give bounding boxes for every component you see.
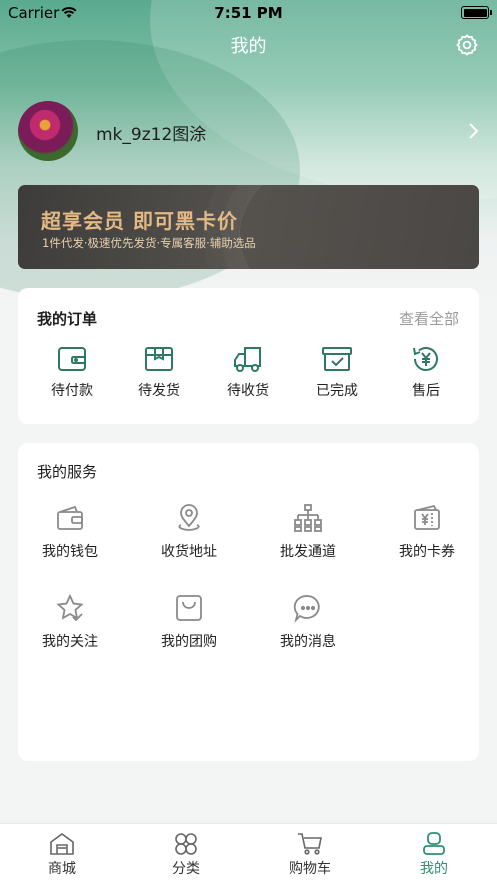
wallet-icon [57,505,83,530]
service-label: 我的团购 [161,634,217,650]
order-label: 售后 [412,383,440,399]
my-orders-card: 我的订单 查看全部 待付款 待发货 待收货 已完成 售后 [18,288,479,424]
org-chart-icon [294,504,322,532]
service-messages[interactable]: 我的消息 [268,593,348,651]
tab-store[interactable]: 商城 [22,832,102,878]
status-bar: Carrier 7:51 PM [0,0,497,26]
settings-gear-icon[interactable] [455,33,479,57]
tab-category[interactable]: 分类 [146,832,226,878]
avatar[interactable] [18,101,78,161]
battery-icon [461,6,492,19]
order-label: 待收货 [227,383,269,399]
category-grid-icon [175,833,197,855]
order-completed[interactable]: 已完成 [297,344,377,400]
service-label: 收货地址 [161,544,217,560]
tab-profile[interactable]: 我的 [394,832,474,878]
delivery-truck-icon [234,347,261,372]
tab-label: 购物车 [289,861,331,877]
star-check-icon [56,593,84,622]
location-pin-icon [178,504,200,531]
service-coupons[interactable]: 我的卡券 [387,503,467,561]
chat-bubble-icon [293,595,320,623]
order-pending-payment[interactable]: 待付款 [32,344,112,400]
vip-membership-banner[interactable]: 超享会员 即可黑卡价 1件代发·极速优先发货·专属客服·辅助选品 [18,185,479,269]
my-services-card: 我的服务 我的钱包 收货地址 批发通道 我的卡券 我的关注 我的团购 我的消息 [18,443,479,761]
store-icon [50,833,74,855]
service-wholesale[interactable]: 批发通道 [268,503,348,561]
service-label: 我的消息 [280,634,336,650]
service-address[interactable]: 收货地址 [149,503,229,561]
status-time: 7:51 PM [214,4,283,22]
tab-label: 我的 [420,861,448,877]
services-title: 我的服务 [37,463,98,481]
order-after-sales[interactable]: 售后 [386,344,466,400]
order-label: 已完成 [316,383,358,399]
service-follow[interactable]: 我的关注 [30,593,110,651]
yuan-refund-icon [413,347,438,371]
bottom-tab-bar: 商城 分类 购物车 我的 [0,823,497,883]
order-pending-shipment[interactable]: 待发货 [119,344,199,400]
order-label: 待发货 [138,383,180,399]
vip-title: 超享会员 即可黑卡价 [41,209,238,233]
service-wallet[interactable]: 我的钱包 [30,503,110,561]
service-label: 批发通道 [280,544,336,560]
shopping-bag-icon [176,595,202,621]
vip-subtitle: 1件代发·极速优先发货·专属客服·辅助选品 [42,236,256,250]
view-all-orders-link[interactable]: 查看全部 [399,308,459,329]
service-group-buy[interactable]: 我的团购 [149,593,229,651]
tab-label: 分类 [172,861,200,877]
service-label: 我的钱包 [42,544,98,560]
package-box-icon [145,347,173,371]
username[interactable]: mk_9z12图涂 [96,120,206,145]
cart-icon [298,833,322,855]
chevron-right-icon[interactable] [466,122,480,140]
page-title: 我的 [230,36,267,57]
coupon-icon [414,504,440,530]
profile-icon [423,832,445,855]
orders-title: 我的订单 [37,310,98,328]
order-pending-receipt[interactable]: 待收货 [208,344,288,400]
tab-label: 商城 [48,861,76,877]
service-label: 我的卡券 [399,544,455,560]
service-label: 我的关注 [42,634,98,650]
order-label: 待付款 [51,383,93,399]
archive-check-icon [322,347,352,371]
tab-cart[interactable]: 购物车 [270,832,350,878]
wallet-card-icon [58,347,86,371]
